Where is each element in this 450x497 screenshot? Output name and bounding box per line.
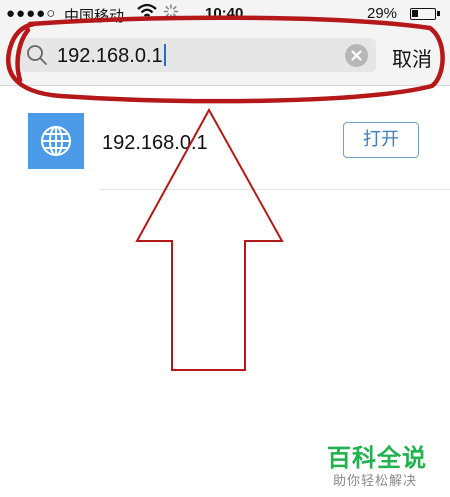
search-query-text: 192.168.0.1: [57, 44, 166, 68]
cancel-button[interactable]: 取消: [392, 43, 432, 72]
battery-icon: [410, 8, 440, 20]
wifi-icon: [137, 3, 157, 25]
result-title: 192.168.0.1: [102, 132, 208, 154]
clock: 10:40: [205, 5, 244, 22]
search-input[interactable]: 192.168.0.1: [20, 38, 376, 72]
clear-icon[interactable]: [345, 44, 368, 67]
search-header: 192.168.0.1 取消: [0, 28, 450, 86]
signal-strength-icon: ●●●●○: [6, 5, 57, 22]
open-button[interactable]: 打开: [343, 122, 419, 158]
divider: [100, 189, 450, 190]
globe-icon: [28, 113, 84, 169]
search-result-item[interactable]: 192.168.0.1 打开: [0, 110, 450, 190]
activity-spinner-icon: [163, 3, 179, 25]
status-bar: ●●●●○ 中国移动 10:40 29%: [0, 0, 450, 28]
battery-percent: 29%: [367, 5, 398, 22]
search-icon: [26, 44, 48, 66]
watermark-title: 百科全说: [327, 445, 427, 472]
watermark-subtitle: 助你轻松解决: [333, 473, 418, 488]
text-cursor: [163, 44, 166, 66]
carrier-name: 中国移动: [64, 8, 125, 25]
